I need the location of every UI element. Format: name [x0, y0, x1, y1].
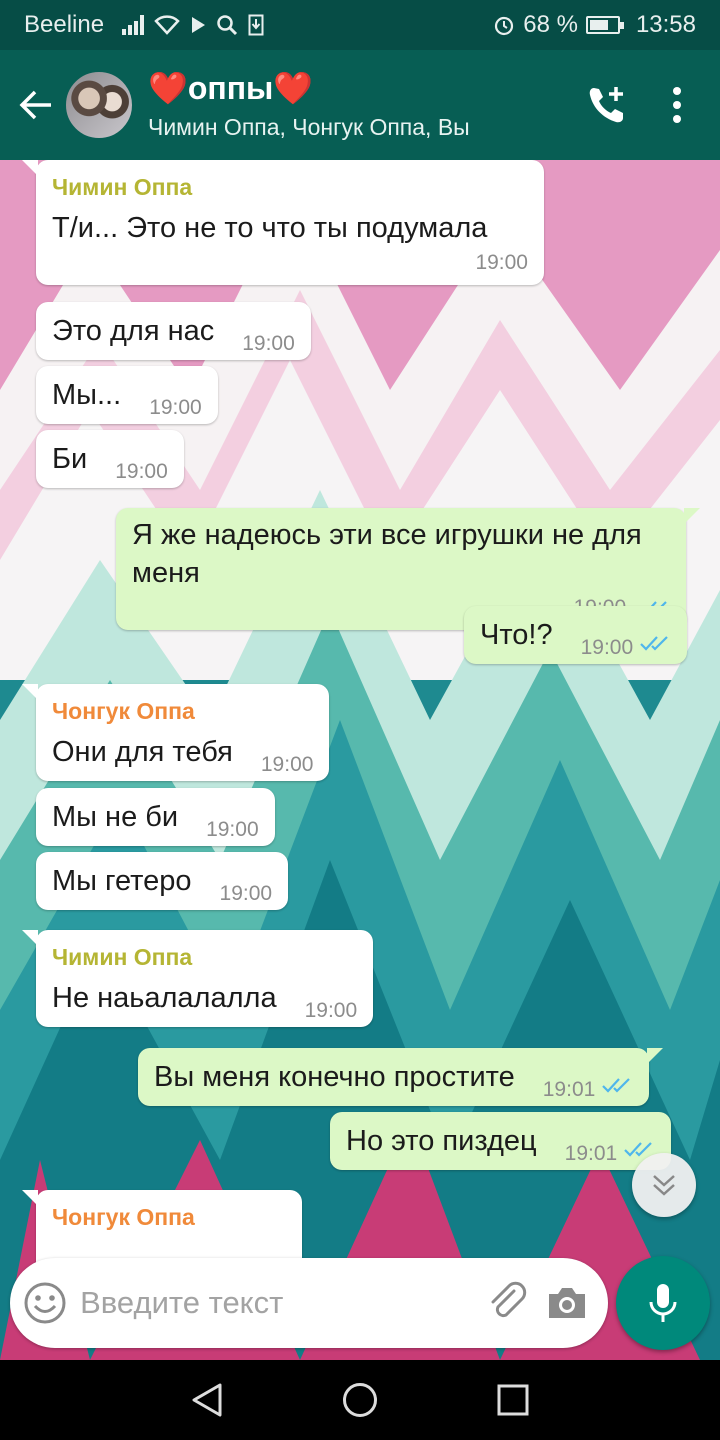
message-text: Вы меня конечно простите [154, 1061, 515, 1093]
paperclip-icon [491, 1281, 527, 1318]
message-text: Т/и... Это не то что ты подумала [52, 212, 488, 244]
message-time: 19:00 [475, 251, 528, 274]
chat-header: ❤️оппы❤️ Чимин Оппа, Чонгук Оппа, Вы [0, 50, 720, 160]
back-button[interactable] [8, 77, 64, 133]
message-outgoing[interactable]: Вы меня конечно простите 19:01 [138, 1048, 664, 1106]
group-avatar[interactable] [64, 70, 134, 140]
chevron-double-down-icon [653, 1175, 675, 1196]
message-time: 19:00 [580, 636, 634, 659]
message-time: 19:00 [219, 882, 273, 905]
message-time: 19:00 [242, 332, 295, 355]
camera-button[interactable] [538, 1258, 596, 1348]
message-text: Это для нас [52, 315, 215, 347]
message-incoming[interactable]: Чонгук Оппа Они для тебя 19:00 [21, 684, 330, 781]
battery-percent: 68 % [523, 11, 578, 38]
message-outgoing[interactable]: Что!? 19:00 [464, 606, 688, 664]
message-time: 19:00 [304, 999, 358, 1022]
message-incoming[interactable]: Би 19:00 [36, 430, 184, 488]
chat-info[interactable]: ❤️оппы❤️ Чимин Оппа, Чонгук Оппа, Вы [148, 70, 572, 141]
battery-fill [589, 20, 608, 30]
message-sender: Чонгук Оппа [52, 698, 195, 724]
clock: 13:58 [635, 11, 696, 38]
message-incoming[interactable]: Чимин Оппа Не наьалалалла 19:00 [21, 930, 374, 1027]
message-time: 19:00 [206, 818, 259, 841]
scroll-to-bottom-button[interactable] [632, 1153, 696, 1217]
status-right: 68 % 13:58 [493, 11, 696, 39]
add-call-button[interactable] [572, 70, 642, 140]
double-check-icon [602, 1078, 631, 1093]
triangle-back-icon [192, 1383, 222, 1417]
message-time: 19:00 [115, 460, 168, 483]
attach-button[interactable] [479, 1258, 537, 1348]
message-sender: Чонгук Оппа [52, 1204, 195, 1230]
message-incoming[interactable]: Это для нас 19:00 [36, 302, 311, 360]
message-time: 19:00 [260, 753, 314, 776]
message-sender: Чимин Оппа [52, 174, 193, 200]
status-bar: Beeline 68 % 13:58 [0, 0, 720, 50]
message-time: 19:01 [564, 1142, 618, 1165]
play-icon [192, 17, 206, 33]
message-text: Я же надеюсь эти все игрушки не для меня [132, 519, 642, 589]
status-icons [122, 14, 264, 36]
menu-button[interactable] [642, 70, 712, 140]
message-input[interactable] [80, 1285, 480, 1321]
message-incoming[interactable]: Чимин Оппа Т/и... Это не то что ты подум… [22, 160, 544, 285]
message-text: Мы гетеро [52, 865, 192, 897]
message-text: Не наьалалалла [52, 982, 277, 1014]
nav-recents-button[interactable] [483, 1370, 543, 1430]
message-text: Но это пиздец [346, 1125, 537, 1157]
message-text: Мы... [52, 379, 122, 411]
add-call-icon [589, 87, 623, 123]
message-text: Они для тебя [52, 736, 233, 768]
nav-home-button[interactable] [330, 1370, 390, 1430]
signal-icon [122, 15, 145, 35]
wifi-icon [154, 15, 180, 35]
system-nav-bar [0, 1360, 720, 1440]
emoji-icon [24, 1282, 66, 1324]
message-outgoing[interactable]: Но это пиздец 19:01 [330, 1112, 672, 1170]
message-sender: Чимин Оппа [52, 944, 193, 970]
message-incoming[interactable]: Мы... 19:00 [36, 366, 218, 424]
chat-participants: Чимин Оппа, Чонгук Оппа, Вы [148, 113, 470, 140]
message-time: 19:00 [149, 396, 202, 419]
more-vert-icon [673, 87, 681, 123]
battery-icon [585, 16, 624, 34]
camera-icon [548, 1288, 585, 1318]
chat-title: ❤️оппы❤️ [148, 69, 314, 106]
voice-message-button[interactable] [616, 1256, 710, 1350]
message-text: Что!? [480, 619, 553, 651]
circle-home-icon [342, 1383, 377, 1417]
nav-back-button[interactable] [177, 1370, 237, 1430]
mic-icon [649, 1284, 677, 1322]
compose-bar [10, 1258, 608, 1348]
message-time: 19:01 [542, 1078, 596, 1101]
message-incoming[interactable]: Мы гетеро 19:00 [36, 852, 289, 910]
message-text: Мы не би [52, 801, 179, 833]
search-icon [217, 15, 238, 36]
message-list: Чимин Оппа Т/и... Это не то что ты подум… [0, 160, 720, 1360]
message-text: Би [52, 443, 88, 475]
carrier-name: Beeline [24, 11, 105, 38]
double-check-icon [640, 636, 668, 651]
square-recents-icon [497, 1384, 529, 1416]
emoji-button[interactable] [10, 1258, 80, 1348]
message-incoming[interactable]: Мы не би 19:00 [36, 788, 275, 846]
download-icon [248, 14, 264, 36]
chat-area[interactable]: Чимин Оппа Т/и... Это не то что ты подум… [0, 160, 720, 1360]
alarm-icon [495, 16, 514, 36]
arrow-left-icon [19, 90, 51, 120]
